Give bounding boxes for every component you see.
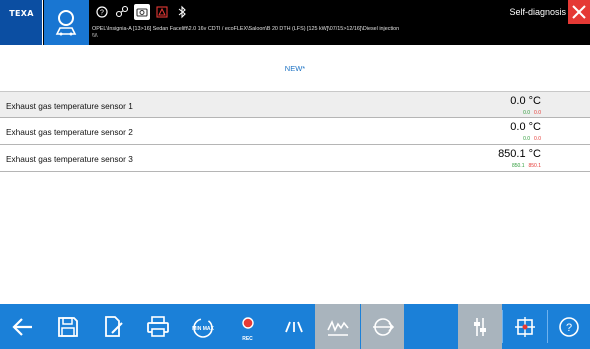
parameter-value: 0.0 °C bbox=[510, 121, 541, 133]
max-value: 850.1 bbox=[528, 163, 541, 169]
save-icon bbox=[57, 316, 78, 337]
min-value: 850.1 bbox=[511, 163, 525, 169]
parameter-value: 0.0 °C bbox=[510, 95, 541, 107]
adjust-button[interactable] bbox=[458, 304, 502, 349]
vehicle-status: \\\\ bbox=[92, 33, 98, 39]
close-button[interactable] bbox=[568, 0, 590, 24]
signals-icon bbox=[284, 321, 303, 332]
print-button[interactable] bbox=[135, 304, 180, 349]
chart-button[interactable] bbox=[315, 304, 360, 349]
back-button[interactable] bbox=[0, 304, 45, 349]
app-window: TEXA ? OPEL\Insignia-A [13>16] Sedan Fac… bbox=[0, 0, 590, 349]
parameter-label: Exhaust gas temperature sensor 1 bbox=[6, 101, 133, 111]
close-icon bbox=[572, 5, 586, 19]
texa-logo[interactable]: TEXA bbox=[0, 0, 43, 45]
section-title: NEW* bbox=[284, 64, 306, 73]
logo-text: TEXA bbox=[9, 9, 34, 18]
max-value: 0.0 bbox=[534, 136, 541, 142]
routing-button[interactable] bbox=[361, 304, 404, 349]
screenshot-icon[interactable] bbox=[134, 4, 150, 20]
svg-text:?: ? bbox=[100, 10, 104, 17]
parameter-label: Exhaust gas temperature sensor 2 bbox=[6, 127, 133, 137]
min-max-values: 0.0 0.0 bbox=[523, 136, 541, 142]
vehicle-description: OPEL\Insignia-A [13>16] Sedan Facelift\2… bbox=[92, 26, 400, 32]
vehicle-search-icon bbox=[55, 10, 77, 36]
min-max-label: MIN MAX bbox=[192, 326, 214, 332]
rec-icon bbox=[241, 316, 254, 329]
target-button[interactable] bbox=[503, 304, 547, 349]
table-row[interactable]: Exhaust gas temperature sensor 1 0.0 °C … bbox=[0, 91, 590, 118]
min-max-button[interactable]: MIN MAX bbox=[180, 304, 225, 349]
parameter-table: Exhaust gas temperature sensor 1 0.0 °C … bbox=[0, 91, 590, 172]
adjust-icon bbox=[474, 317, 486, 336]
min-value: 0.0 bbox=[523, 110, 531, 116]
min-max-values: 850.1 850.1 bbox=[512, 163, 541, 169]
routing-icon bbox=[372, 317, 394, 336]
svg-text:?: ? bbox=[566, 322, 572, 334]
save-button[interactable] bbox=[45, 304, 90, 349]
top-bar: TEXA ? OPEL\Insignia-A [13>16] Sedan Fac… bbox=[0, 0, 590, 45]
help-icon: ? bbox=[559, 316, 579, 337]
page-title: Self-diagnosis bbox=[509, 7, 566, 17]
print-icon bbox=[146, 315, 169, 337]
parameter-value: 850.1 °C bbox=[498, 148, 541, 160]
target-icon bbox=[515, 316, 535, 337]
bottom-toolbar: MIN MAX REC ? bbox=[0, 304, 590, 349]
max-value: 0.0 bbox=[534, 110, 541, 116]
help-button[interactable]: ? bbox=[548, 304, 590, 349]
rec-label: REC bbox=[242, 336, 253, 342]
parameter-label: Exhaust gas temperature sensor 3 bbox=[6, 154, 133, 164]
signals-button[interactable] bbox=[270, 304, 315, 349]
rec-button[interactable]: REC bbox=[225, 304, 270, 349]
chart-icon bbox=[326, 319, 349, 336]
warning-icon[interactable] bbox=[154, 4, 170, 20]
min-max-values: 0.0 0.0 bbox=[523, 110, 541, 116]
vehicle-selection-button[interactable] bbox=[44, 0, 89, 45]
help-icon[interactable]: ? bbox=[94, 4, 110, 20]
min-value: 0.0 bbox=[523, 136, 531, 142]
bluetooth-icon[interactable] bbox=[174, 4, 190, 20]
connection-icon[interactable] bbox=[114, 4, 130, 20]
table-row[interactable]: Exhaust gas temperature sensor 2 0.0 °C … bbox=[0, 118, 590, 145]
table-row[interactable]: Exhaust gas temperature sensor 3 850.1 °… bbox=[0, 145, 590, 172]
edit-document-button[interactable] bbox=[90, 304, 135, 349]
min-max-icon: MIN MAX bbox=[192, 317, 214, 338]
back-arrow-icon bbox=[11, 317, 32, 336]
edit-document-icon bbox=[104, 315, 123, 337]
